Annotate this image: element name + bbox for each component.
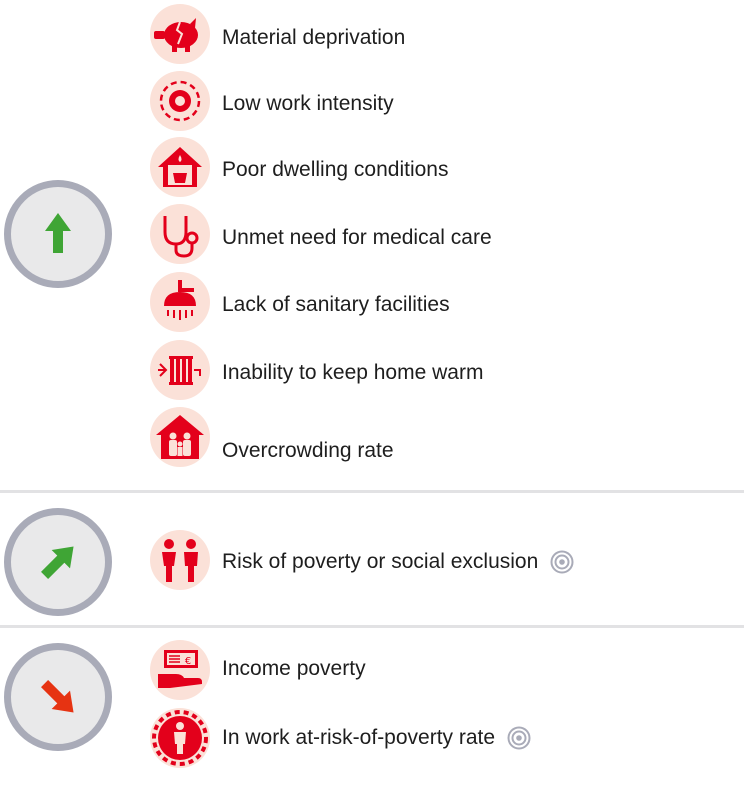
item-label-material-deprivation: Material deprivation	[222, 26, 406, 49]
item-label-sanitary-facilities: Lack of sanitary facilities	[222, 293, 450, 316]
stethoscope-icon	[150, 204, 210, 264]
people-icon	[150, 530, 210, 590]
worker-gear-icon	[150, 708, 210, 768]
euro-banknote-hand-icon: €	[150, 640, 210, 700]
arrow-down-right-icon	[41, 680, 74, 713]
piggy-bank-icon	[150, 4, 210, 64]
item-label-overcrowding: Overcrowding rate	[222, 439, 394, 462]
item-label-keep-home-warm: Inability to keep home warm	[222, 361, 484, 384]
trend-down-right-indicator	[4, 643, 112, 751]
item-label-income-poverty: Income poverty	[222, 657, 366, 680]
item-label-unmet-medical-care: Unmet need for medical care	[222, 226, 492, 249]
item-label-low-work-intensity: Low work intensity	[222, 92, 394, 115]
item-label-text: In work at-risk-of-poverty rate	[222, 726, 496, 749]
item-label-poor-dwelling: Poor dwelling conditions	[222, 158, 449, 181]
group-divider	[0, 625, 744, 628]
item-label-text: Risk of poverty or social exclusion	[222, 550, 539, 573]
svg-text:€: €	[185, 656, 191, 667]
item-label-risk-of-poverty: Risk of poverty or social exclusion	[222, 550, 574, 574]
gear-icon	[150, 71, 210, 131]
item-label-in-work-poverty: In work at-risk-of-poverty rate	[222, 726, 531, 750]
trend-up-right-indicator	[4, 508, 112, 616]
arrow-up-icon	[45, 213, 71, 253]
leaking-house-icon	[150, 137, 210, 197]
target-icon	[507, 726, 531, 750]
arrow-up-right-icon	[41, 546, 74, 579]
group-divider	[0, 490, 744, 493]
target-icon	[550, 550, 574, 574]
shower-icon	[150, 272, 210, 332]
family-house-icon	[150, 407, 210, 467]
radiator-icon	[150, 340, 210, 400]
trend-up-indicator	[4, 180, 112, 288]
